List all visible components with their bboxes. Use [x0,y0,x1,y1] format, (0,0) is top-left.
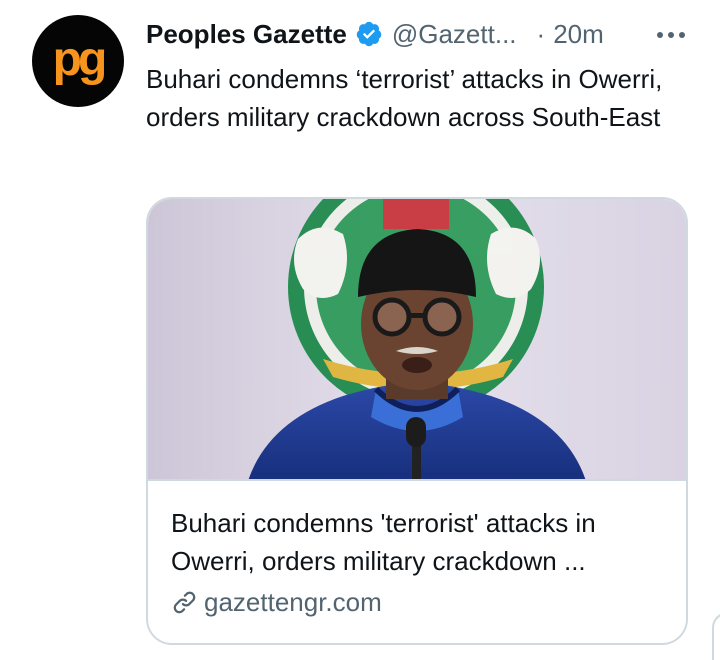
tweet-text: Buhari condemns ‘terrorist’ attacks in O… [146,64,663,132]
avatar[interactable]: pg [32,15,124,107]
display-name[interactable]: Peoples Gazette [146,19,347,50]
separator-dot: · [536,18,546,49]
handle[interactable]: @Gazett... [392,19,517,50]
tweet[interactable]: pg Peoples Gazette @Gazett... · 20m Buha… [0,0,720,660]
link-card[interactable]: Buhari condemns 'terrorist' attacks in O… [146,197,688,645]
peoples-gazette-logo: pg [53,33,109,86]
more-horizontal-icon [657,32,685,38]
card-photo [148,199,686,479]
logo-letters: pg [53,33,105,86]
card-image[interactable] [148,199,686,481]
more-button[interactable] [654,18,688,52]
card-domain-text: gazettengr.com [204,587,382,617]
timestamp[interactable]: 20m [553,19,604,50]
card-domain[interactable]: gazettengr.com [171,587,382,618]
card-title[interactable]: Buhari condemns 'terrorist' attacks in O… [171,504,671,580]
link-icon [173,591,196,614]
tweet-header: Peoples Gazette @Gazett... · 20m [146,14,696,54]
next-card-edge [712,612,720,660]
verified-badge-icon [356,21,382,47]
